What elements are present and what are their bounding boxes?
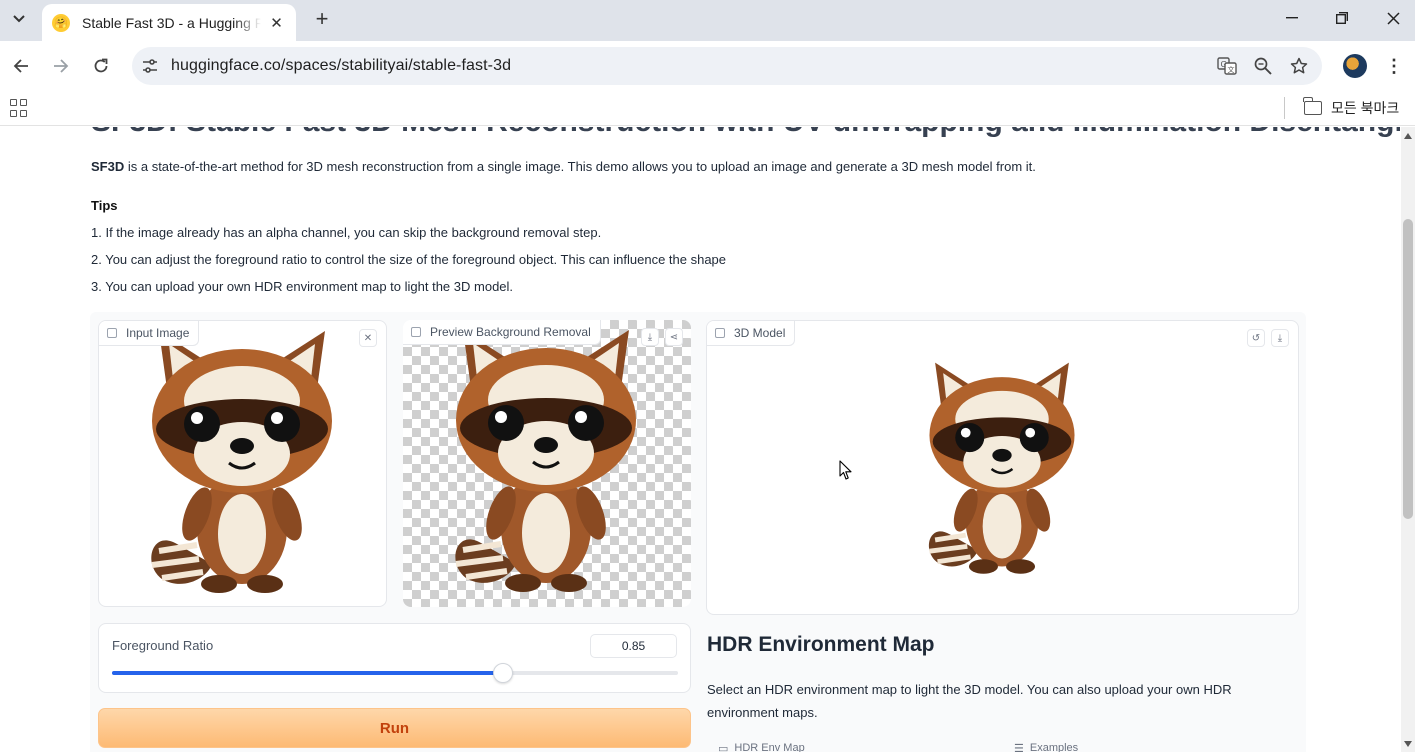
download-icon[interactable]: ⤓ bbox=[641, 328, 659, 346]
page-scrollbar[interactable] bbox=[1401, 127, 1415, 752]
list-icon: ☰ bbox=[1014, 742, 1024, 752]
site-info-icon[interactable] bbox=[140, 56, 160, 76]
mouse-cursor-icon bbox=[839, 460, 852, 480]
folder-icon bbox=[1303, 97, 1322, 115]
hugging-face-favicon-icon: 🤗 bbox=[52, 13, 70, 32]
preview-label-text: Preview Background Removal bbox=[430, 325, 591, 339]
page-title: SF3D: Stable Fast 3D Mesh Reconstruction… bbox=[91, 127, 1400, 139]
file-icon bbox=[715, 328, 725, 338]
input-image-panel[interactable]: Input Image ✕ bbox=[98, 320, 387, 607]
bookmarks-divider bbox=[1284, 97, 1285, 119]
new-tab-button[interactable]: + bbox=[309, 6, 335, 32]
run-button[interactable]: Run bbox=[98, 708, 691, 748]
hdr-examples-tab[interactable]: ☰ Examples bbox=[1014, 738, 1078, 752]
forward-icon[interactable] bbox=[48, 53, 74, 79]
foreground-ratio-label: Foreground Ratio bbox=[112, 638, 214, 653]
3d-model-panel[interactable]: 3D Model ↺ ⤓ bbox=[706, 320, 1299, 615]
restore-icon[interactable] bbox=[1317, 0, 1367, 36]
tip-item: 1. If the image already has an alpha cha… bbox=[91, 225, 602, 240]
bookmark-star-icon[interactable] bbox=[1289, 56, 1309, 76]
tip-item: 2. You can adjust the foreground ratio t… bbox=[91, 252, 727, 267]
input-image-label-text: Input Image bbox=[126, 326, 190, 340]
profile-avatar[interactable] bbox=[1343, 54, 1367, 78]
intro-text: is a state-of-the-art method for 3D mesh… bbox=[124, 159, 1036, 174]
image-icon bbox=[411, 327, 421, 337]
intro-bold: SF3D bbox=[91, 159, 125, 174]
translate-icon[interactable]: G文 bbox=[1217, 56, 1237, 76]
image-icon bbox=[107, 328, 117, 338]
zoom-icon[interactable] bbox=[1253, 56, 1273, 76]
preview-background-removal-panel[interactable]: Preview Background Removal ⤓ ⋖ bbox=[403, 320, 691, 607]
download-model-icon[interactable]: ⤓ bbox=[1271, 329, 1289, 347]
slider-fill bbox=[112, 671, 503, 675]
reload-icon[interactable] bbox=[88, 53, 114, 79]
clear-image-icon[interactable]: ✕ bbox=[359, 329, 377, 347]
foreground-ratio-slider-panel: Foreground Ratio 0.85 bbox=[98, 623, 691, 693]
window-close-icon[interactable] bbox=[1368, 0, 1415, 36]
tab-title: Stable Fast 3D - a Hugging Face Space by… bbox=[82, 14, 261, 31]
slider-thumb[interactable] bbox=[492, 663, 513, 683]
intro-paragraph: SF3D is a state-of-the-art method for 3D… bbox=[91, 159, 1036, 174]
scroll-up-arrow-icon[interactable] bbox=[1404, 133, 1412, 139]
foreground-ratio-input[interactable]: 0.85 bbox=[590, 634, 677, 658]
raccoon-input-image bbox=[151, 331, 332, 593]
input-image-label: Input Image bbox=[99, 321, 200, 346]
hdr-env-map-tab[interactable]: ▭ HDR Env Map bbox=[718, 738, 805, 752]
hdr-examples-tab-label: Examples bbox=[1029, 742, 1079, 752]
apps-grid-icon[interactable] bbox=[10, 99, 28, 117]
3d-model-label: 3D Model bbox=[707, 321, 796, 346]
3d-raccoon-model bbox=[917, 361, 1087, 577]
hdr-description: Select an HDR environment map to light t… bbox=[707, 682, 1232, 720]
chevron-down-icon bbox=[13, 15, 25, 23]
all-bookmarks-label: 모든 북마크 bbox=[1331, 100, 1400, 116]
page-viewport: SF3D: Stable Fast 3D Mesh Reconstruction… bbox=[0, 127, 1400, 752]
back-icon[interactable] bbox=[8, 53, 34, 79]
tip-item: 3. You can upload your own HDR environme… bbox=[91, 279, 514, 294]
url-text[interactable]: huggingface.co/spaces/stabilityai/stable… bbox=[171, 57, 511, 75]
reset-view-icon[interactable]: ↺ bbox=[1247, 329, 1265, 347]
scroll-down-arrow-icon[interactable] bbox=[1404, 741, 1412, 747]
tips-heading: Tips bbox=[91, 198, 118, 213]
share-icon[interactable]: ⋖ bbox=[665, 328, 683, 346]
hdr-section-title: HDR Environment Map bbox=[707, 633, 935, 656]
scrollbar-thumb[interactable] bbox=[1403, 219, 1413, 519]
3d-model-label-text: 3D Model bbox=[734, 326, 786, 340]
file-icon: ▭ bbox=[718, 742, 729, 752]
tab-close-icon[interactable]: ✕ bbox=[267, 13, 286, 33]
tab-search-button[interactable] bbox=[6, 6, 32, 32]
preview-label: Preview Background Removal bbox=[403, 320, 601, 345]
bookmarks-bar: 모든 북마크 bbox=[0, 91, 1415, 126]
raccoon-preview-image bbox=[441, 328, 651, 596]
browser-toolbar: huggingface.co/spaces/stabilityai/stable… bbox=[0, 41, 1415, 91]
all-bookmarks-button[interactable]: 모든 북마크 bbox=[1303, 97, 1400, 119]
tab-strip: 🤗 Stable Fast 3D - a Hugging Face Space … bbox=[0, 0, 1415, 41]
browser-tab-active[interactable]: 🤗 Stable Fast 3D - a Hugging Face Space … bbox=[42, 4, 296, 41]
svg-text:文: 文 bbox=[1228, 65, 1235, 74]
foreground-ratio-slider[interactable] bbox=[112, 663, 678, 683]
hdr-env-map-tab-label: HDR Env Map bbox=[734, 742, 805, 752]
address-bar[interactable]: huggingface.co/spaces/stabilityai/stable… bbox=[132, 47, 1322, 85]
more-menu-icon[interactable]: ⋮ bbox=[1384, 53, 1404, 79]
minimize-icon[interactable] bbox=[1267, 0, 1317, 36]
